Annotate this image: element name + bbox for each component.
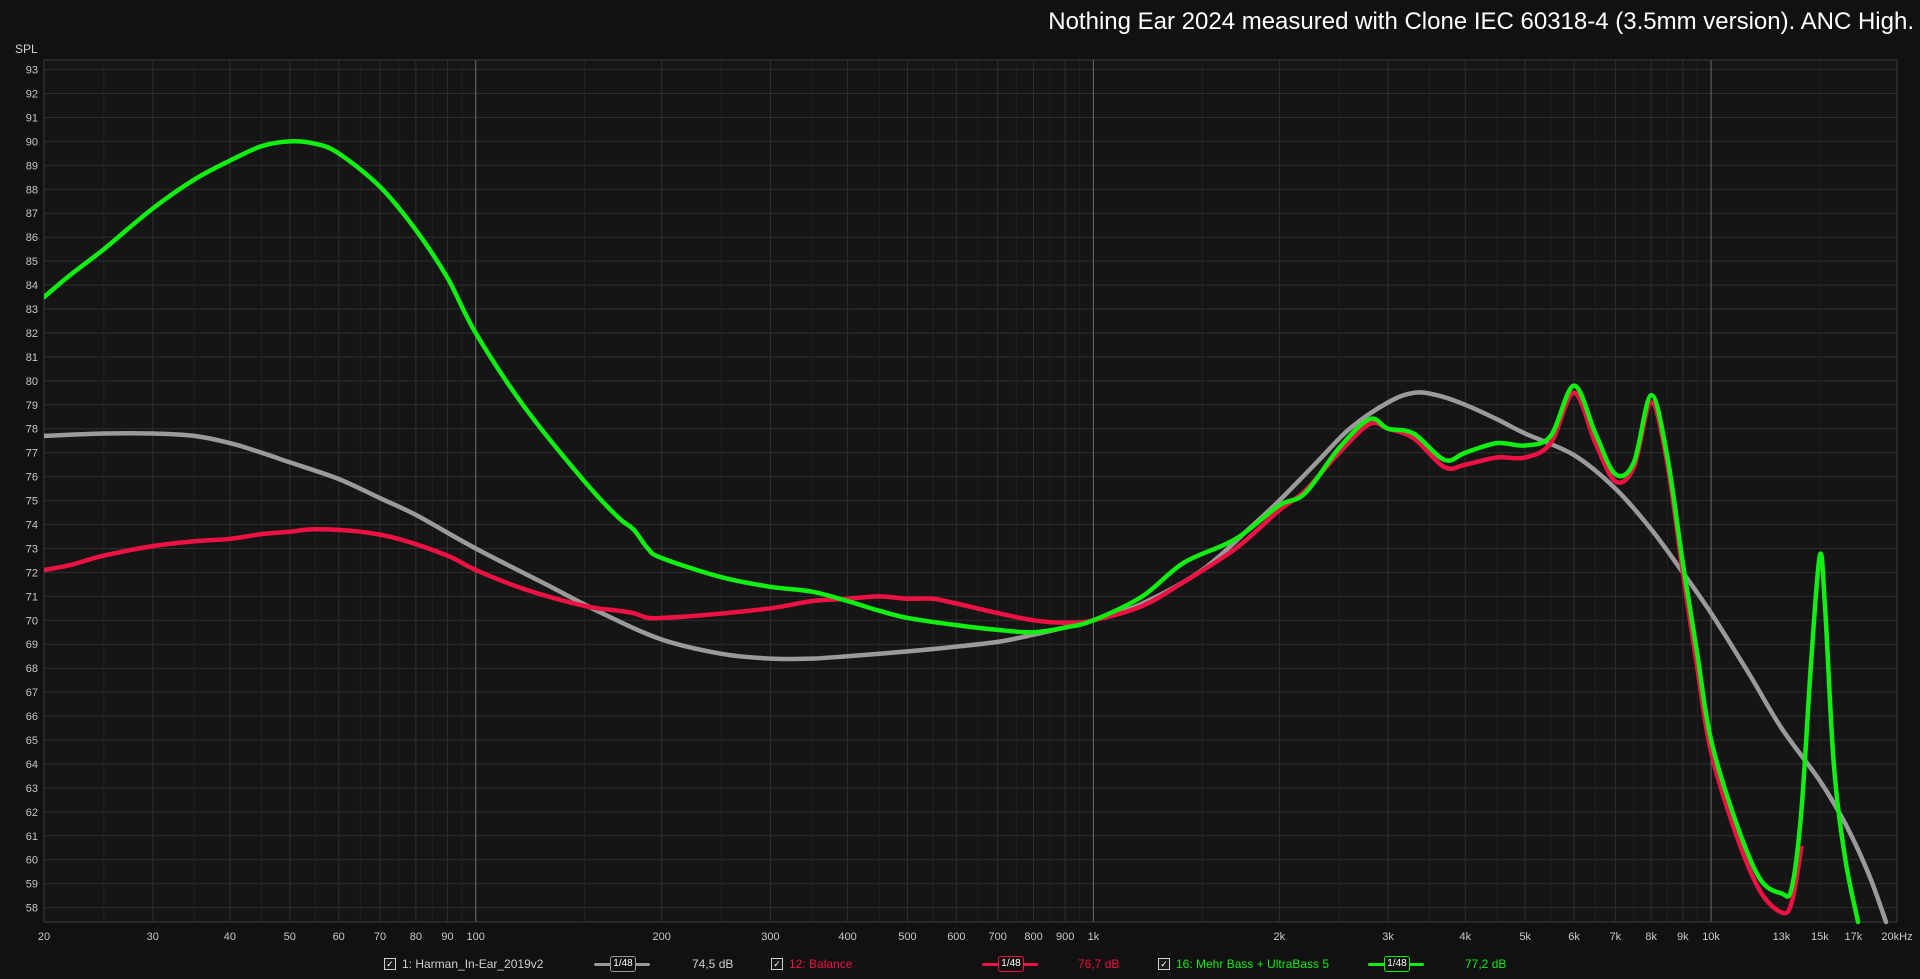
y-tick-label: 83 [26, 304, 38, 316]
x-tick-label: 60 [333, 931, 345, 943]
y-tick-label: 71 [26, 591, 38, 603]
x-tick-label: 4k [1459, 931, 1471, 943]
y-tick-label: 84 [26, 280, 38, 292]
x-tick-label: 6k [1568, 931, 1580, 943]
y-tick-labels: 58 59 60 61 62 63 64 65 66 67 68 69 70 71 72 73 74 75 76 77… [26, 65, 38, 915]
x-tick-label: 17k [1845, 931, 1863, 943]
x-tick-label: 700 [989, 931, 1007, 943]
y-tick-label: 80 [26, 376, 38, 388]
x-tick-label: 400 [838, 931, 856, 943]
y-tick-label: 87 [26, 208, 38, 220]
legend-item-balance[interactable]: ✓ 12: Balance [771, 952, 852, 976]
legend-label-balance: 12: Balance [789, 957, 853, 971]
y-tick-label: 91 [26, 112, 38, 124]
legend-item-bass[interactable]: ✓ 16: Mehr Bass + UltraBass 5 [1158, 952, 1329, 976]
x-tick-label: 80 [410, 931, 422, 943]
x-tick-label: 500 [898, 931, 916, 943]
legend-smoothing-harman[interactable]: 1/48 [594, 952, 650, 976]
x-tick-label: 10k [1702, 931, 1720, 943]
legend: ✓ 1: Harman_In-Ear_2019v2 1/48 74,5 dB ✓… [0, 952, 1920, 976]
x-tick-label: 20kHz [1881, 931, 1912, 943]
y-tick-label: 69 [26, 639, 38, 651]
x-tick-label: 2k [1274, 931, 1286, 943]
y-tick-label: 62 [26, 807, 38, 819]
y-tick-label: 90 [26, 136, 38, 148]
x-tick-label: 90 [441, 931, 453, 943]
x-tick-label: 13k [1773, 931, 1791, 943]
x-tick-label: 70 [374, 931, 386, 943]
y-tick-label: 66 [26, 711, 38, 723]
x-tick-label: 15k [1811, 931, 1829, 943]
y-tick-label: 93 [26, 65, 38, 77]
frequency-response-chart: 58 59 60 61 62 63 64 65 66 67 68 69 70 71 72 73 74 75 76 77… [26, 59, 1913, 943]
y-tick-label: 59 [26, 879, 38, 891]
y-tick-label: 67 [26, 687, 38, 699]
y-tick-label: 65 [26, 735, 38, 747]
x-tick-label: 5k [1519, 931, 1531, 943]
x-tick-label: 9k [1677, 931, 1689, 943]
y-tick-label: 88 [26, 184, 38, 196]
y-tick-label: 58 [26, 903, 38, 915]
legend-level-harman: 74,5 dB [692, 957, 734, 971]
x-tick-label: 1k [1088, 931, 1100, 943]
y-tick-label: 74 [26, 520, 38, 532]
smoothing-box-harman[interactable]: 1/48 [610, 956, 636, 972]
legend-checkbox-bass[interactable]: ✓ [1158, 958, 1170, 970]
y-tick-label: 73 [26, 543, 38, 555]
y-tick-label: 60 [26, 855, 38, 867]
legend-label-bass: 16: Mehr Bass + UltraBass 5 [1176, 957, 1330, 971]
y-tick-label: 68 [26, 663, 38, 675]
y-tick-label: 78 [26, 424, 38, 436]
x-tick-label: 7k [1610, 931, 1622, 943]
legend-level-balance: 76,7 dB [1078, 957, 1120, 971]
x-tick-label: 300 [761, 931, 779, 943]
x-tick-label: 40 [224, 931, 236, 943]
x-tick-label: 20 [38, 931, 50, 943]
x-tick-label: 30 [147, 931, 159, 943]
x-tick-label: 8k [1645, 931, 1657, 943]
y-tick-label: 81 [26, 352, 38, 364]
smoothing-box-bass[interactable]: 1/48 [1384, 956, 1410, 972]
y-tick-label: 76 [26, 472, 38, 484]
legend-label-harman: 1: Harman_In-Ear_2019v2 [402, 957, 544, 971]
legend-checkbox-harman[interactable]: ✓ [384, 958, 396, 970]
legend-level-bass: 77,2 dB [1465, 957, 1507, 971]
x-tick-labels: 20 30 40 50 60 70 80 90 100 200 300 400 500 600 700 800… [38, 931, 1913, 943]
y-tick-label: 75 [26, 496, 38, 508]
y-tick-label: 89 [26, 160, 38, 172]
x-tick-label: 800 [1024, 931, 1042, 943]
legend-smoothing-balance[interactable]: 1/48 [982, 952, 1038, 976]
y-tick-label: 61 [26, 831, 38, 843]
x-tick-label: 900 [1056, 931, 1074, 943]
y-tick-label: 86 [26, 232, 38, 244]
x-tick-label: 50 [284, 931, 296, 943]
y-tick-label: 82 [26, 328, 38, 340]
legend-smoothing-bass[interactable]: 1/48 [1368, 952, 1424, 976]
legend-checkbox-balance[interactable]: ✓ [771, 958, 783, 970]
legend-item-harman[interactable]: ✓ 1: Harman_In-Ear_2019v2 [384, 952, 543, 976]
y-tick-label: 85 [26, 256, 38, 268]
y-tick-label: 92 [26, 89, 38, 101]
x-tick-label: 200 [652, 931, 670, 943]
y-tick-label: 63 [26, 783, 38, 795]
x-tick-label: 600 [947, 931, 965, 943]
x-tick-label: 3k [1382, 931, 1394, 943]
x-tick-label: 100 [467, 931, 485, 943]
smoothing-box-balance[interactable]: 1/48 [998, 956, 1024, 972]
y-tick-label: 72 [26, 567, 38, 579]
y-tick-label: 79 [26, 400, 38, 412]
y-tick-label: 70 [26, 615, 38, 627]
y-tick-label: 64 [26, 759, 38, 771]
y-tick-label: 77 [26, 448, 38, 460]
